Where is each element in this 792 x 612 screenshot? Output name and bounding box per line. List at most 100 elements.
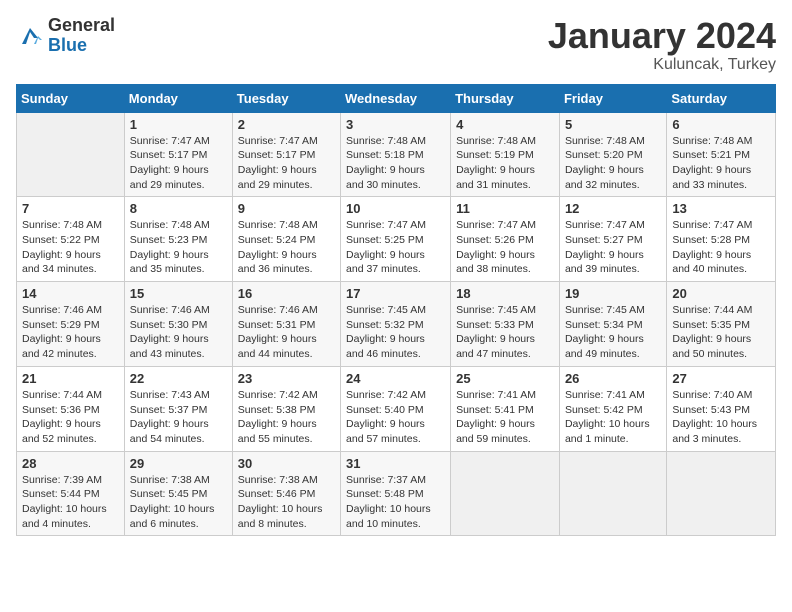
day-number: 14: [22, 286, 119, 301]
day-number: 6: [672, 117, 770, 132]
day-detail: Sunrise: 7:40 AMSunset: 5:43 PMDaylight:…: [672, 388, 770, 447]
day-detail: Sunrise: 7:45 AMSunset: 5:34 PMDaylight:…: [565, 303, 661, 362]
calendar-cell: 25 Sunrise: 7:41 AMSunset: 5:41 PMDayligh…: [451, 366, 560, 451]
day-detail: Sunrise: 7:42 AMSunset: 5:38 PMDaylight:…: [238, 388, 335, 447]
day-number: 15: [130, 286, 227, 301]
calendar-cell: 2 Sunrise: 7:47 AMSunset: 5:17 PMDaylight…: [232, 112, 340, 197]
day-detail: Sunrise: 7:38 AMSunset: 5:46 PMDaylight:…: [238, 473, 335, 532]
calendar-header: Sunday Monday Tuesday Wednesday Thursday…: [17, 84, 776, 112]
calendar-cell: 15 Sunrise: 7:46 AMSunset: 5:30 PMDayligh…: [124, 282, 232, 367]
day-detail: Sunrise: 7:45 AMSunset: 5:33 PMDaylight:…: [456, 303, 554, 362]
calendar-cell: 22 Sunrise: 7:43 AMSunset: 5:37 PMDayligh…: [124, 366, 232, 451]
day-number: 17: [346, 286, 445, 301]
week-row-2: 14 Sunrise: 7:46 AMSunset: 5:29 PMDayligh…: [17, 282, 776, 367]
calendar-cell: 10 Sunrise: 7:47 AMSunset: 5:25 PMDayligh…: [341, 197, 451, 282]
calendar-cell: 9 Sunrise: 7:48 AMSunset: 5:24 PMDaylight…: [232, 197, 340, 282]
day-number: 12: [565, 201, 661, 216]
day-detail: Sunrise: 7:48 AMSunset: 5:22 PMDaylight:…: [22, 218, 119, 277]
day-detail: Sunrise: 7:46 AMSunset: 5:31 PMDaylight:…: [238, 303, 335, 362]
calendar-cell: 31 Sunrise: 7:37 AMSunset: 5:48 PMDayligh…: [341, 451, 451, 536]
calendar-table: Sunday Monday Tuesday Wednesday Thursday…: [16, 84, 776, 537]
calendar-cell: 19 Sunrise: 7:45 AMSunset: 5:34 PMDayligh…: [559, 282, 666, 367]
week-row-3: 21Sunrise: 7:44 AMSunset: 5:36 PMDayligh…: [17, 366, 776, 451]
calendar-cell: 24 Sunrise: 7:42 AMSunset: 5:40 PMDayligh…: [341, 366, 451, 451]
calendar-cell: 1Sunrise: 7:47 AMSunset: 5:17 PMDaylight…: [124, 112, 232, 197]
calendar-cell: 16 Sunrise: 7:46 AMSunset: 5:31 PMDayligh…: [232, 282, 340, 367]
day-number: 26: [565, 371, 661, 386]
day-number: 10: [346, 201, 445, 216]
calendar-cell: [667, 451, 776, 536]
calendar-cell: 18 Sunrise: 7:45 AMSunset: 5:33 PMDayligh…: [451, 282, 560, 367]
day-number: 24: [346, 371, 445, 386]
calendar-cell: 5 Sunrise: 7:48 AMSunset: 5:20 PMDaylight…: [559, 112, 666, 197]
calendar-cell: 4Sunrise: 7:48 AMSunset: 5:19 PMDaylight…: [451, 112, 560, 197]
day-detail: Sunrise: 7:48 AMSunset: 5:20 PMDaylight:…: [565, 134, 661, 193]
calendar-cell: 12 Sunrise: 7:47 AMSunset: 5:27 PMDayligh…: [559, 197, 666, 282]
header-saturday: Saturday: [667, 84, 776, 112]
day-number: 7: [22, 201, 119, 216]
header-thursday: Thursday: [451, 84, 560, 112]
day-number: 9: [238, 201, 335, 216]
calendar-cell: 8Sunrise: 7:48 AMSunset: 5:23 PMDaylight…: [124, 197, 232, 282]
calendar-cell: 21Sunrise: 7:44 AMSunset: 5:36 PMDayligh…: [17, 366, 125, 451]
calendar-cell: 23 Sunrise: 7:42 AMSunset: 5:38 PMDayligh…: [232, 366, 340, 451]
header-sunday: Sunday: [17, 84, 125, 112]
day-detail: Sunrise: 7:42 AMSunset: 5:40 PMDaylight:…: [346, 388, 445, 447]
day-number: 5: [565, 117, 661, 132]
day-number: 18: [456, 286, 554, 301]
week-row-4: 28 Sunrise: 7:39 AMSunset: 5:44 PMDayligh…: [17, 451, 776, 536]
day-number: 30: [238, 456, 335, 471]
calendar-cell: 11 Sunrise: 7:47 AMSunset: 5:26 PMDayligh…: [451, 197, 560, 282]
day-detail: Sunrise: 7:47 AMSunset: 5:27 PMDaylight:…: [565, 218, 661, 277]
day-detail: Sunrise: 7:47 AMSunset: 5:25 PMDaylight:…: [346, 218, 445, 277]
header: General Blue January 2024 Kuluncak, Turk…: [16, 16, 776, 74]
day-number: 25: [456, 371, 554, 386]
calendar-cell: 26Sunrise: 7:41 AMSunset: 5:42 PMDayligh…: [559, 366, 666, 451]
calendar-body: 1 Sunrise: 7:47 AMSunset: 5:17 PMDaylight…: [17, 112, 776, 536]
day-number: 16: [238, 286, 335, 301]
logo-text: General Blue: [48, 16, 115, 56]
day-detail: Sunrise: 7:47 AMSunset: 5:26 PMDaylight:…: [456, 218, 554, 277]
day-number: 13: [672, 201, 770, 216]
day-detail: Sunrise: 7:43 AMSunset: 5:37 PMDaylight:…: [130, 388, 227, 447]
day-detail: Sunrise: 7:46 AMSunset: 5:29 PMDaylight:…: [22, 303, 119, 362]
day-detail: Sunrise: 7:48 AMSunset: 5:24 PMDaylight:…: [238, 218, 335, 277]
day-number: 20: [672, 286, 770, 301]
header-wednesday: Wednesday: [341, 84, 451, 112]
day-number: 2: [238, 117, 335, 132]
day-detail: Sunrise: 7:45 AMSunset: 5:32 PMDaylight:…: [346, 303, 445, 362]
title-area: January 2024 Kuluncak, Turkey: [548, 16, 776, 74]
day-number: 8: [130, 201, 227, 216]
day-number: 21: [22, 371, 119, 386]
day-number: 22: [130, 371, 227, 386]
day-detail: Sunrise: 7:39 AMSunset: 5:44 PMDaylight:…: [22, 473, 119, 532]
calendar-cell: 27 Sunrise: 7:40 AMSunset: 5:43 PMDayligh…: [667, 366, 776, 451]
calendar-cell: 3Sunrise: 7:48 AMSunset: 5:18 PMDaylight…: [341, 112, 451, 197]
day-number: 28: [22, 456, 119, 471]
calendar-cell: 13Sunrise: 7:47 AMSunset: 5:28 PMDayligh…: [667, 197, 776, 282]
day-detail: Sunrise: 7:48 AMSunset: 5:21 PMDaylight:…: [672, 134, 770, 193]
calendar-cell: 6 Sunrise: 7:48 AMSunset: 5:21 PMDaylight…: [667, 112, 776, 197]
day-number: 11: [456, 201, 554, 216]
day-detail: Sunrise: 7:41 AMSunset: 5:41 PMDaylight:…: [456, 388, 554, 447]
header-row: Sunday Monday Tuesday Wednesday Thursday…: [17, 84, 776, 112]
day-number: 4: [456, 117, 554, 132]
day-number: 19: [565, 286, 661, 301]
calendar-cell: 20 Sunrise: 7:44 AMSunset: 5:35 PMDayligh…: [667, 282, 776, 367]
calendar-cell: [451, 451, 560, 536]
calendar-subtitle: Kuluncak, Turkey: [548, 56, 776, 74]
day-detail: Sunrise: 7:47 AMSunset: 5:17 PMDaylight:…: [238, 134, 335, 193]
calendar-cell: 14 Sunrise: 7:46 AMSunset: 5:29 PMDayligh…: [17, 282, 125, 367]
header-monday: Monday: [124, 84, 232, 112]
day-detail: Sunrise: 7:37 AMSunset: 5:48 PMDaylight:…: [346, 473, 445, 532]
day-number: 27: [672, 371, 770, 386]
day-detail: Sunrise: 7:48 AMSunset: 5:18 PMDaylight:…: [346, 134, 445, 193]
logo-blue: Blue: [48, 36, 115, 56]
day-detail: Sunrise: 7:46 AMSunset: 5:30 PMDaylight:…: [130, 303, 227, 362]
calendar-cell: [559, 451, 666, 536]
day-number: 31: [346, 456, 445, 471]
day-number: 23: [238, 371, 335, 386]
day-detail: Sunrise: 7:44 AMSunset: 5:35 PMDaylight:…: [672, 303, 770, 362]
day-number: 1: [130, 117, 227, 132]
calendar-cell: 7 Sunrise: 7:48 AMSunset: 5:22 PMDaylight…: [17, 197, 125, 282]
